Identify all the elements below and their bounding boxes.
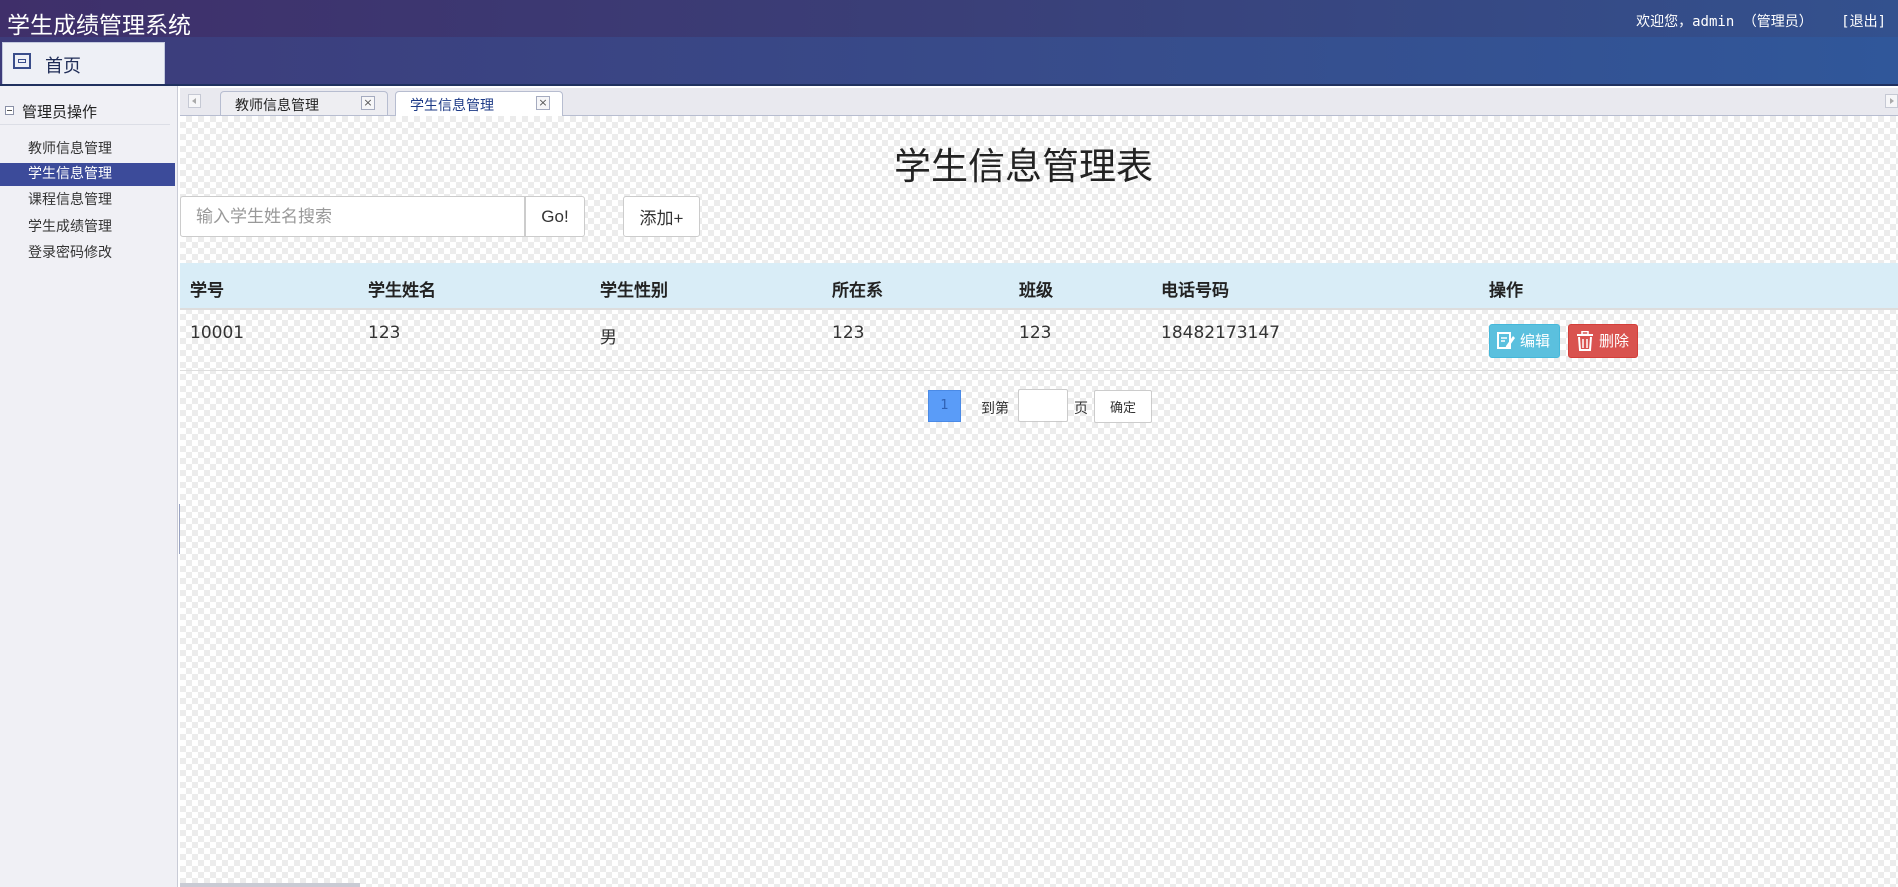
close-icon[interactable]: × <box>536 96 550 110</box>
tab-label: 学生信息管理 <box>410 98 494 114</box>
pager-confirm-button[interactable]: 确定 <box>1094 390 1152 423</box>
tab-label: 教师信息管理 <box>235 98 319 114</box>
column-header-student-name: 学生姓名 <box>368 281 436 301</box>
home-tab[interactable]: 首页 <box>2 42 165 84</box>
pager-goto-label: 到第 <box>981 401 1009 417</box>
delete-label: 删除 <box>1599 332 1630 350</box>
table-header: 学号 学生姓名 学生性别 所在系 班级 电话号码 操作 <box>180 263 1898 310</box>
main-content: 学生信息管理表 Go! 添加+ 学号 学生姓名 学生性别 所在系 班级 电话号码… <box>180 116 1898 887</box>
tab-scroll-right-icon[interactable] <box>1885 94 1898 108</box>
cell-gender: 男 <box>600 328 617 348</box>
home-label: 首页 <box>45 56 81 77</box>
column-header-phone: 电话号码 <box>1161 281 1229 301</box>
sidebar: 管理员操作 教师信息管理 学生信息管理 课程信息管理 学生成绩管理 登录密码修改 <box>0 86 178 887</box>
table-row: 10001 123 男 123 123 18482173147 编辑 删除 <box>180 310 1898 371</box>
logout-link[interactable]: [退出] <box>1841 14 1886 30</box>
pager-page-label: 页 <box>1074 401 1088 417</box>
top-header: 学生成绩管理系统 欢迎您，admin （管理员） [退出] <box>0 0 1898 39</box>
window-icon <box>13 53 31 69</box>
add-student-button[interactable]: 添加+ <box>623 196 700 237</box>
cell-student-name: 123 <box>368 323 401 343</box>
sidebar-section-title: 管理员操作 <box>22 103 98 121</box>
cell-department: 123 <box>832 323 865 343</box>
delete-button[interactable]: 删除 <box>1568 324 1638 358</box>
column-header-gender: 学生性别 <box>600 281 668 301</box>
column-header-student-id: 学号 <box>190 281 224 301</box>
app-title: 学生成绩管理系统 <box>7 13 191 39</box>
tab-student-info[interactable]: 学生信息管理 × <box>395 91 563 116</box>
edit-label: 编辑 <box>1520 332 1551 350</box>
top-nav: 首页 <box>0 37 1898 86</box>
column-header-actions: 操作 <box>1489 281 1523 301</box>
cell-phone: 18482173147 <box>1161 323 1280 343</box>
column-header-class: 班级 <box>1019 281 1053 301</box>
edit-icon <box>1497 332 1515 349</box>
sidebar-section-header[interactable]: 管理员操作 <box>0 98 170 125</box>
sidebar-item-teacher-info[interactable]: 教师信息管理 <box>0 138 175 161</box>
collapse-icon[interactable] <box>5 106 14 115</box>
pager-page-input[interactable] <box>1018 389 1068 422</box>
sidebar-item-student-info[interactable]: 学生信息管理 <box>0 163 175 186</box>
cell-class: 123 <box>1019 323 1052 343</box>
sidebar-item-course-info[interactable]: 课程信息管理 <box>0 189 175 212</box>
edit-button[interactable]: 编辑 <box>1489 324 1560 358</box>
search-input[interactable] <box>180 196 525 237</box>
cell-student-id: 10001 <box>190 323 245 343</box>
sidebar-item-student-scores[interactable]: 学生成绩管理 <box>0 216 175 239</box>
welcome-text: 欢迎您，admin （管理员） <box>1636 14 1813 30</box>
column-header-department: 所在系 <box>832 281 883 301</box>
close-icon[interactable]: × <box>361 96 375 110</box>
sidebar-item-change-password[interactable]: 登录密码修改 <box>0 242 175 265</box>
trash-icon <box>1577 331 1593 351</box>
pager-page-1[interactable]: 1 <box>928 390 961 422</box>
tab-strip: 教师信息管理 × 学生信息管理 × <box>180 88 1898 116</box>
page-title: 学生信息管理表 <box>894 145 1153 188</box>
user-info: 欢迎您，admin （管理员） [退出] <box>1630 11 1886 31</box>
tab-teacher-info[interactable]: 教师信息管理 × <box>220 91 388 115</box>
search-go-button[interactable]: Go! <box>525 196 585 237</box>
tab-scroll-left-icon[interactable] <box>188 94 201 108</box>
horizontal-scrollbar[interactable] <box>180 883 360 887</box>
